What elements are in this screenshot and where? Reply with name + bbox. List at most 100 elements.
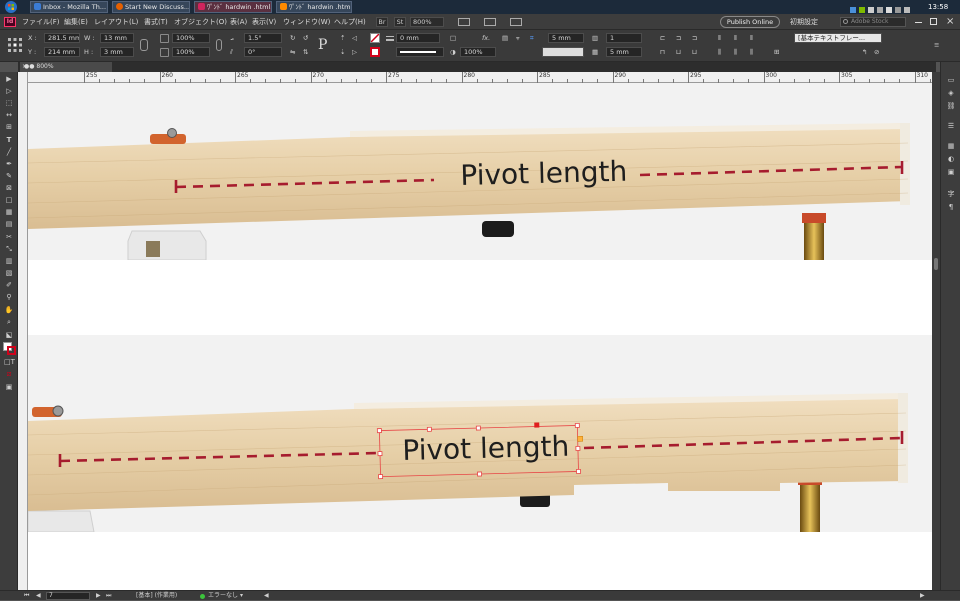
minimize-icon[interactable] <box>915 22 922 23</box>
pen-tool-icon[interactable]: ✒ <box>4 160 14 169</box>
task-thunderbird[interactable]: Inbox - Mozilla Th... <box>30 1 108 13</box>
menu-object[interactable]: オブジェクト(O) <box>174 14 227 30</box>
resize-handle-top-right[interactable] <box>575 423 579 427</box>
pages-panel-icon[interactable]: ▭ <box>946 76 956 85</box>
distribute-icon-4[interactable]: ⫼ <box>718 47 721 57</box>
arrange-docs-icon[interactable] <box>510 18 522 26</box>
style-options-icon[interactable]: ↰ <box>862 47 867 57</box>
select-content-icon[interactable]: ⇣ <box>340 47 345 57</box>
resize-handle-middle-left[interactable] <box>378 452 382 456</box>
eyedropper-tool-icon[interactable]: ⚲ <box>4 293 14 302</box>
table-tool-icon[interactable]: ▦ <box>4 208 14 217</box>
paragraph-panel-icon[interactable]: ¶ <box>946 203 956 212</box>
resize-handle-top-middle-left[interactable] <box>427 427 431 431</box>
align-h-centers-icon[interactable]: ⊐ <box>676 33 681 43</box>
document-tab[interactable]: ●● 800% × <box>20 62 112 72</box>
align-v-centers-icon[interactable]: ⊔ <box>676 47 681 57</box>
fill-stroke-swatch[interactable] <box>3 342 16 355</box>
resize-handle-top-left[interactable] <box>377 429 381 433</box>
scrollbar-thumb[interactable] <box>934 258 938 270</box>
text-frame-options-icon[interactable]: ▤ <box>502 33 508 43</box>
shear-angle-field[interactable]: 0° <box>244 47 282 57</box>
gap-tool-icon[interactable]: ↔ <box>4 111 14 120</box>
scale-y-field[interactable]: 100% <box>172 47 210 57</box>
fill-swatch[interactable] <box>370 33 380 43</box>
stroke-box[interactable] <box>7 346 16 355</box>
clock[interactable]: 13:58 <box>928 0 948 14</box>
page-tool-icon[interactable]: ⬚ <box>4 99 14 108</box>
rotate-ccw-icon[interactable]: ↺ <box>303 33 308 43</box>
style-clear-icon[interactable]: ⊘ <box>874 47 879 57</box>
object-style-dropdown[interactable]: [基本テキストフレー... <box>794 33 882 43</box>
rectangle-frame-tool-icon[interactable]: ⊠ <box>4 184 14 193</box>
opacity-field[interactable]: 100% <box>460 47 496 57</box>
menu-table[interactable]: 表(A) <box>230 14 247 30</box>
selection-tool-icon[interactable]: ▶ <box>4 75 14 84</box>
tab-close-icon[interactable]: × <box>22 62 27 72</box>
page-number-field[interactable]: 7 <box>46 592 90 600</box>
distribute-icon-1[interactable]: ⫴ <box>718 33 721 43</box>
distribute-icon-3[interactable]: ⫴ <box>750 33 753 43</box>
type-tool-icon[interactable]: T <box>4 136 14 145</box>
align-bottom-edges-icon[interactable]: ⊔ <box>692 47 697 57</box>
publish-online-button[interactable]: Publish Online <box>720 16 780 28</box>
document-canvas[interactable]: Pivot length <box>28 83 932 590</box>
grid-tool-icon[interactable]: ▤ <box>4 220 14 229</box>
pencil-tool-icon[interactable]: ✎ <box>4 172 14 181</box>
vertical-scrollbar[interactable] <box>932 72 940 590</box>
effects-fx-icon[interactable]: fx. <box>482 33 490 43</box>
menu-view[interactable]: 表示(V) <box>252 14 276 30</box>
stock-search-input[interactable]: Adobe Stock <box>840 17 906 27</box>
menu-file[interactable]: ファイル(F) <box>22 14 60 30</box>
zoom-tool-icon[interactable]: ⌕ <box>4 318 14 327</box>
character-panel-icon[interactable]: 字 <box>946 190 956 199</box>
menu-help[interactable]: ヘルプ(H) <box>334 14 366 30</box>
layers-panel-icon[interactable]: ◈ <box>946 89 956 98</box>
select-next-icon[interactable]: ▷ <box>352 47 357 57</box>
gradient-feather-tool-icon[interactable]: ▧ <box>4 269 14 278</box>
task-illustrator[interactable]: ﾜﾟﾝﾄﾞ hardwin .html... <box>276 1 352 13</box>
menu-type[interactable]: 書式(T) <box>144 14 168 30</box>
text-frame-p-icon[interactable]: P <box>318 36 327 54</box>
flip-h-icon[interactable]: ⇋ <box>290 47 295 57</box>
bridge-button[interactable]: Br <box>376 17 388 27</box>
align-right-edges-icon[interactable]: ⊐ <box>692 33 697 43</box>
panel-menu-icon[interactable]: ≡ <box>934 40 939 50</box>
flip-v-icon[interactable]: ⇅ <box>303 47 308 57</box>
x-position-field[interactable]: 281.5 mm <box>44 33 80 43</box>
menu-layout[interactable]: レイアウト(L) <box>94 14 138 30</box>
resize-handle-top-center[interactable] <box>476 426 480 430</box>
selection-bounding-box[interactable] <box>379 425 578 476</box>
apply-none-icon[interactable]: ⧄ <box>4 370 14 379</box>
start-button[interactable] <box>1 0 21 14</box>
align-left-edges-icon[interactable]: ⊏ <box>660 33 665 43</box>
align-top-edges-icon[interactable]: ⊓ <box>660 47 665 57</box>
close-icon[interactable]: × <box>946 15 954 29</box>
scale-x-field[interactable]: 100% <box>172 33 210 43</box>
resize-handle-bottom-center[interactable] <box>477 472 481 476</box>
distribute-icon-6[interactable]: ⫼ <box>750 47 753 57</box>
resize-handle-bottom-left[interactable] <box>379 475 383 479</box>
select-prev-icon[interactable]: ◁ <box>352 33 357 43</box>
links-panel-icon[interactable]: ⛓ <box>946 102 956 111</box>
scissors-tool-icon[interactable]: ✂ <box>4 233 14 242</box>
task-indesign-1[interactable]: ﾜﾟﾝﾄﾞ hardwin .html... <box>194 1 272 13</box>
select-container-icon[interactable]: ⇡ <box>340 33 345 43</box>
task-firefox[interactable]: Start New Discuss... <box>112 1 190 13</box>
distribute-icon-5[interactable]: ⫼ <box>734 47 737 57</box>
resize-handle-middle-right[interactable] <box>576 446 580 450</box>
column-count-field[interactable]: 1 <box>606 33 642 43</box>
formatting-affects-icon[interactable]: □T <box>4 358 14 367</box>
align-to-icon[interactable]: ⊞ <box>774 47 779 57</box>
resize-handle-bottom-right[interactable] <box>576 469 580 473</box>
gutter-field[interactable]: 5 mm <box>606 47 642 57</box>
line-tool-icon[interactable]: ╱ <box>4 148 14 157</box>
stroke-panel-icon[interactable]: ☰ <box>946 122 956 131</box>
constrain-proportions-icon[interactable] <box>140 39 148 51</box>
stroke-type-dropdown[interactable] <box>396 47 444 57</box>
menu-edit[interactable]: 編集(E) <box>64 14 88 30</box>
screen-mode-icon[interactable] <box>484 18 496 26</box>
height-field[interactable]: 3 mm <box>100 47 134 57</box>
chain-link-icon[interactable] <box>216 39 222 51</box>
horizontal-ruler[interactable]: 255260265270275280285290295300305310 <box>28 72 932 83</box>
